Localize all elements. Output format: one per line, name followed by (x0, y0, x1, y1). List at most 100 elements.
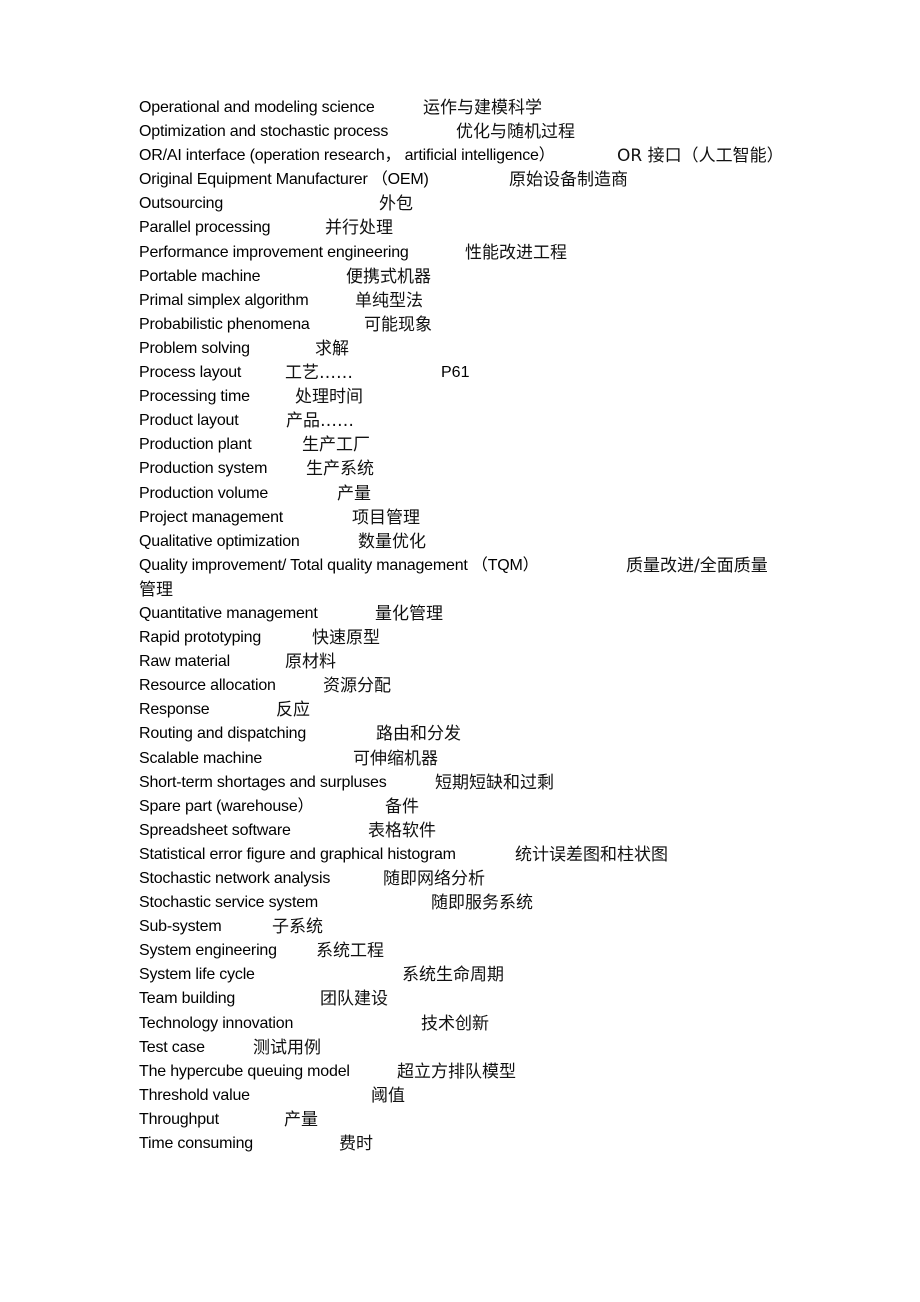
term-english: Quality improvement/ Total quality manag… (139, 556, 539, 574)
term-chinese: 原始设备制造商 (509, 170, 628, 191)
glossary-entry: Threshold value 阈值 (139, 1084, 799, 1108)
glossary-entry: Quantitative management 量化管理 (139, 602, 799, 626)
term-english: Production system (139, 460, 268, 478)
glossary-entry: Outsourcing 外包 (139, 192, 799, 216)
term-english: OR/AI interface (operation research， art… (139, 147, 555, 165)
term-chinese: 质量改进/全面质量 (626, 555, 768, 576)
glossary-entry: Resource allocation 资源分配 (139, 674, 799, 698)
term-english: Stochastic network analysis (139, 870, 331, 887)
term-english: The hypercube queuing model (139, 1062, 350, 1080)
glossary-entry: Sub-system 子系统 (139, 915, 799, 939)
term-chinese: 项目管理 (352, 507, 420, 528)
term-english: Project management (139, 508, 284, 526)
term-english: Time consuming (139, 1135, 253, 1153)
term-english: Raw material (139, 653, 230, 671)
term-chinese: 快速原型 (312, 628, 380, 649)
term-chinese: 便携式机器 (346, 266, 431, 287)
term-english: Production plant (139, 436, 252, 454)
term-chinese: 随即服务系统 (431, 893, 533, 914)
glossary-entry: Team building 团队建设 (139, 987, 799, 1011)
term-english: Scalable machine (139, 749, 263, 767)
term-chinese: 可伸缩机器 (353, 748, 438, 769)
term-english: Performance improvement engineering (139, 243, 409, 261)
term-chinese: 子系统 (272, 917, 323, 938)
term-english: Statistical error figure and graphical h… (139, 845, 456, 863)
term-chinese: 统计误差图和柱状图 (515, 844, 668, 865)
term-chinese: 量化管理 (375, 603, 443, 624)
term-chinese: 阈值 (371, 1085, 405, 1106)
term-english: Short-term shortages and surpluses (139, 773, 387, 791)
glossary-entry: Optimization and stochastic process 优化与随机… (139, 120, 799, 144)
term-chinese: 表格软件 (368, 820, 436, 841)
term-chinese-continued: 管理 (139, 579, 173, 600)
term-chinese: 资源分配 (323, 676, 391, 697)
term-chinese: 求解 (315, 338, 349, 359)
term-english: Product layout (139, 412, 239, 430)
glossary-entry: Spare part (warehouse） 备件 (139, 795, 799, 819)
term-english: Response (139, 701, 210, 719)
term-chinese: 随即网络分析 (383, 869, 485, 889)
glossary-entry: Technology innovation 技术创新 (139, 1012, 799, 1036)
term-chinese: 系统生命周期 (402, 965, 504, 986)
term-english: Outsourcing (139, 195, 224, 213)
term-english: Stochastic service system (139, 894, 319, 912)
term-chinese: 产品…… (286, 411, 354, 432)
glossary-entry: Portable machine 便携式机器 (139, 265, 799, 289)
term-chinese: 系统工程 (316, 941, 384, 962)
term-english: Process layout (139, 364, 242, 382)
glossary-entry: System engineering 系统工程 (139, 939, 799, 963)
glossary-entry: Problem solving 求解 (139, 337, 799, 361)
term-chinese: 单纯型法 (355, 290, 423, 311)
term-english: Original Equipment Manufacturer （OEM) (139, 171, 429, 189)
term-english: Rapid prototyping (139, 629, 262, 647)
term-english: Portable machine (139, 267, 261, 285)
glossary-entry: Scalable machine 可伸缩机器 (139, 747, 799, 771)
term-chinese: 生产系统 (306, 459, 374, 480)
glossary-entry: Short-term shortages and surpluses 短期短缺和过… (139, 771, 799, 795)
term-chinese: 运作与建模科学 (423, 98, 542, 118)
glossary-entry: Operational and modeling science 运作与建模科学 (139, 96, 799, 120)
term-english: Spreadsheet software (139, 821, 291, 839)
term-chinese: 工艺…… (285, 363, 353, 384)
term-english: Quantitative management (139, 604, 318, 622)
glossary-entry: Parallel processing 并行处理 (139, 216, 799, 240)
document-page: Operational and modeling science 运作与建模科学 … (0, 0, 920, 1302)
glossary-entry: Original Equipment Manufacturer （OEM) 原始设… (139, 168, 799, 192)
term-chinese: 产量 (337, 483, 371, 504)
glossary-entry: Rapid prototyping 快速原型 (139, 626, 799, 650)
term-chinese: 处理时间 (295, 387, 363, 408)
term-chinese: 备件 (385, 796, 419, 817)
term-english: Probabilistic phenomena (139, 315, 310, 333)
glossary-entry: Response 反应 (139, 698, 799, 722)
term-english: Optimization and stochastic process (139, 123, 389, 141)
page-reference: P61 (441, 364, 470, 382)
term-chinese: 测试用例 (253, 1037, 321, 1058)
glossary-entry: Process layout 工艺…… P61 (139, 361, 799, 385)
term-english: Production volume (139, 484, 269, 502)
glossary-entry: Qualitative optimization 数量优化 (139, 530, 799, 554)
term-chinese: 性能改进工程 (465, 242, 567, 263)
term-english: Primal simplex algorithm (139, 291, 309, 309)
glossary-entry: Quality improvement/ Total quality manag… (139, 554, 799, 602)
glossary-entry: The hypercube queuing model 超立方排队模型 (139, 1060, 799, 1084)
glossary-entry: OR/AI interface (operation research， art… (139, 144, 799, 168)
term-english: Team building (139, 990, 236, 1008)
term-chinese: 产量 (284, 1109, 318, 1130)
glossary-entry: Probabilistic phenomena 可能现象 (139, 313, 799, 337)
glossary-entry: Time consuming 费时 (139, 1132, 799, 1156)
term-chinese: 优化与随机过程 (456, 122, 575, 143)
term-english: Spare part (warehouse） (139, 797, 314, 815)
glossary-entry: Statistical error figure and graphical h… (139, 843, 799, 867)
term-chinese: 超立方排队模型 (397, 1061, 516, 1082)
term-chinese: OR 接口（人工智能） (617, 146, 784, 167)
term-english: Qualitative optimization (139, 532, 300, 550)
term-chinese: 原材料 (285, 652, 336, 673)
term-chinese: 费时 (339, 1134, 373, 1155)
glossary-entry: Test case 测试用例 (139, 1036, 799, 1060)
glossary-entry: Performance improvement engineering 性能改进工… (139, 241, 799, 265)
term-english: Parallel processing (139, 219, 271, 237)
glossary-entry: Processing time 处理时间 (139, 385, 799, 409)
glossary-entry: Project management 项目管理 (139, 506, 799, 530)
glossary-list: Operational and modeling science 运作与建模科学 … (139, 96, 799, 1156)
term-english: Sub-system (139, 918, 222, 936)
